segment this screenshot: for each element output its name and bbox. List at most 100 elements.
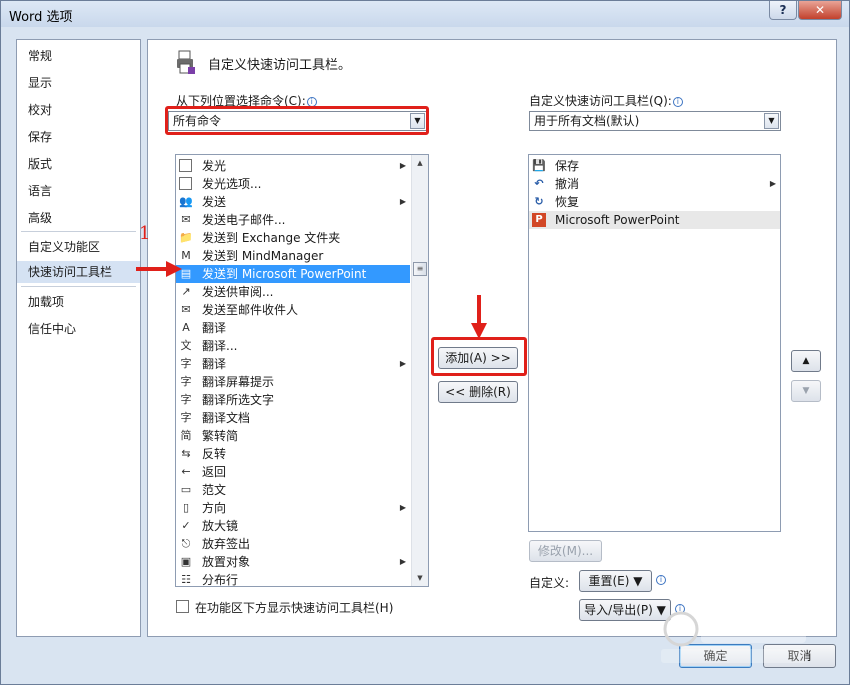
mindmanager-icon: M [181, 249, 191, 262]
command-item[interactable]: 字翻译文档 [176, 409, 410, 427]
checkbox-icon [179, 177, 193, 191]
cancel-button[interactable]: 取消 [763, 644, 836, 668]
command-item[interactable]: ▯ 方向 ▶ [176, 499, 410, 517]
command-item[interactable]: A 翻译 [176, 319, 410, 337]
command-item[interactable]: ⎋ 放弃签出 [176, 535, 410, 553]
mail-recipient-icon: ✉ [181, 303, 191, 316]
command-item[interactable]: ✉ 发送至邮件收件人 [176, 301, 410, 319]
review-send-icon: ↗ [181, 285, 191, 298]
command-label: 发送至邮件收件人 [202, 303, 299, 317]
command-item[interactable]: ⇆ 反转 [176, 445, 410, 463]
scroll-thumb[interactable]: ≡ [413, 262, 427, 276]
customize-toolbar-dropdown[interactable]: 用于所有文档(默认) ▼ [529, 111, 781, 131]
translate-selection-icon: 字 [180, 393, 192, 406]
sidebar-item-advanced[interactable]: 高级 [17, 207, 140, 229]
checkbox-icon [179, 159, 193, 173]
info-icon: i [672, 97, 683, 107]
trad-to-simp-icon: 简 [180, 429, 192, 442]
sidebar-item-quick-access-toolbar[interactable]: 快速访问工具栏 [17, 261, 140, 283]
add-button[interactable]: 添加(A) >> [438, 347, 518, 369]
command-item[interactable]: ← 返回 [176, 463, 410, 481]
translate-document-icon: 字 [180, 411, 192, 424]
command-item[interactable]: ▤ 发送到 Microsoft PowerPoint [176, 265, 410, 283]
command-item[interactable]: ▭ 范文 [176, 481, 410, 499]
toolbar-item[interactable]: ↻ 恢复 [529, 193, 780, 211]
command-item[interactable]: ✉ 发送电子邮件... [176, 211, 410, 229]
chevron-down-icon[interactable]: ▼ [410, 113, 425, 129]
submenu-arrow-icon: ▶ [769, 179, 776, 188]
command-item[interactable]: ☷ 分布行 [176, 571, 410, 586]
customize-toolbar-label: 自定义快速访问工具栏(Q): i [529, 92, 683, 109]
choose-commands-label: 从下列位置选择命令(C): i [176, 92, 317, 109]
move-down-button[interactable]: ▼ [791, 380, 821, 402]
quick-access-panel: 自定义快速访问工具栏。 从下列位置选择命令(C): i 所有命令 ▼ 自定义快速访… [147, 39, 837, 637]
command-label: 返回 [202, 465, 227, 479]
reset-button[interactable]: 重置(E) ▼ [579, 570, 652, 592]
sidebar-item-proofing[interactable]: 校对 [17, 99, 140, 121]
info-icon: i [306, 97, 317, 107]
command-item[interactable]: 📁 发送到 Exchange 文件夹 [176, 229, 410, 247]
translate-menu-icon: 字 [180, 357, 192, 370]
sidebar-item-display[interactable]: 显示 [17, 72, 140, 94]
sidebar-item-save[interactable]: 保存 [17, 126, 140, 148]
command-label: 繁转简 [202, 429, 239, 443]
command-item[interactable]: 字翻译 ▶ [176, 355, 410, 373]
powerpoint-send-icon: ▤ [180, 267, 192, 280]
command-item[interactable]: 发光选项... [176, 175, 410, 193]
submenu-arrow-icon: ▶ [399, 503, 406, 512]
commands-scrollbar[interactable]: ▲ ≡ ▼ [411, 155, 428, 586]
command-item[interactable]: 文翻译... [176, 337, 410, 355]
arrow-up-icon: ▲ [802, 356, 810, 366]
command-item[interactable]: 字翻译屏幕提示 [176, 373, 410, 391]
show-below-checkbox[interactable] [176, 600, 189, 613]
sidebar-item-addins[interactable]: 加载项 [17, 291, 140, 313]
customize-toolbar-value: 用于所有文档(默认) [534, 114, 640, 128]
command-item[interactable]: M 发送到 MindManager [176, 247, 410, 265]
scroll-down-icon[interactable]: ▼ [412, 570, 428, 586]
command-item[interactable]: 发光 ▶ [176, 157, 410, 175]
commands-list[interactable]: ☷ 分布行 ▣ 放置对象 ▶ ⎋ 放弃签出 ✓ 放大镜 ▯ 方向 ▶ ▭ 范文 ← 返回 ⇆ 反转简繁转简字翻译文… [175, 154, 429, 587]
redo-icon: ↻ [534, 195, 544, 208]
command-item[interactable]: ▣ 放置对象 ▶ [176, 553, 410, 571]
place-object-icon: ▣ [180, 555, 192, 568]
choose-commands-dropdown[interactable]: 所有命令 ▼ [168, 111, 427, 131]
command-label: 发光选项... [202, 177, 262, 191]
checkbox-icon [179, 177, 192, 190]
ok-button[interactable]: 确定 [679, 644, 752, 668]
chevron-down-icon[interactable]: ▼ [764, 113, 779, 129]
sidebar-item-trust-center[interactable]: 信任中心 [17, 318, 140, 340]
toolbar-item[interactable]: 💾 保存 [529, 157, 780, 175]
command-label: 发送供审阅... [202, 285, 274, 299]
panel-heading: 自定义快速访问工具栏。 [208, 58, 352, 73]
command-item[interactable]: ✓ 放大镜 [176, 517, 410, 535]
save-icon: 💾 [532, 159, 546, 172]
toolbar-item[interactable]: ↶ 撤消 ▶ [529, 175, 780, 193]
command-label: 发送电子邮件... [202, 213, 286, 227]
import-export-button[interactable]: 导入/导出(P) ▼ [579, 599, 671, 621]
submenu-arrow-icon: ▶ [399, 161, 406, 170]
command-label: 发送 [202, 195, 227, 209]
toolbar-items-list[interactable]: 💾 保存 ↶ 撤消 ▶ ↻ 恢复 P Microsoft PowerPoint [528, 154, 781, 532]
command-item[interactable]: ↗ 发送供审阅... [176, 283, 410, 301]
sidebar-item-layout[interactable]: 版式 [17, 153, 140, 175]
command-label: 范文 [202, 483, 227, 497]
remove-button[interactable]: << 删除(R) [438, 381, 518, 403]
toolbar-item-label: 恢复 [555, 195, 580, 209]
command-label: 放大镜 [202, 519, 239, 533]
sidebar-item-customize-ribbon[interactable]: 自定义功能区 [17, 236, 140, 258]
modify-button[interactable]: 修改(M)... [529, 540, 602, 562]
help-button[interactable]: ? [769, 1, 797, 20]
toolbar-item-label: Microsoft PowerPoint [555, 213, 680, 227]
sidebar-item-language[interactable]: 语言 [17, 180, 140, 202]
toolbar-item[interactable]: P Microsoft PowerPoint [529, 211, 780, 229]
reverse-icon: ⇆ [181, 447, 191, 460]
customize-toolbar-label-text: 自定义快速访问工具栏(Q): [529, 94, 672, 108]
command-label: 翻译屏幕提示 [202, 375, 275, 389]
command-item[interactable]: 👥 发送 ▶ [176, 193, 410, 211]
move-up-button[interactable]: ▲ [791, 350, 821, 372]
command-item[interactable]: 字翻译所选文字 [176, 391, 410, 409]
close-button[interactable]: ✕ [798, 1, 842, 20]
sidebar-item-general[interactable]: 常规 [17, 45, 140, 67]
command-item[interactable]: 简繁转简 [176, 427, 410, 445]
scroll-up-icon[interactable]: ▲ [412, 155, 428, 171]
